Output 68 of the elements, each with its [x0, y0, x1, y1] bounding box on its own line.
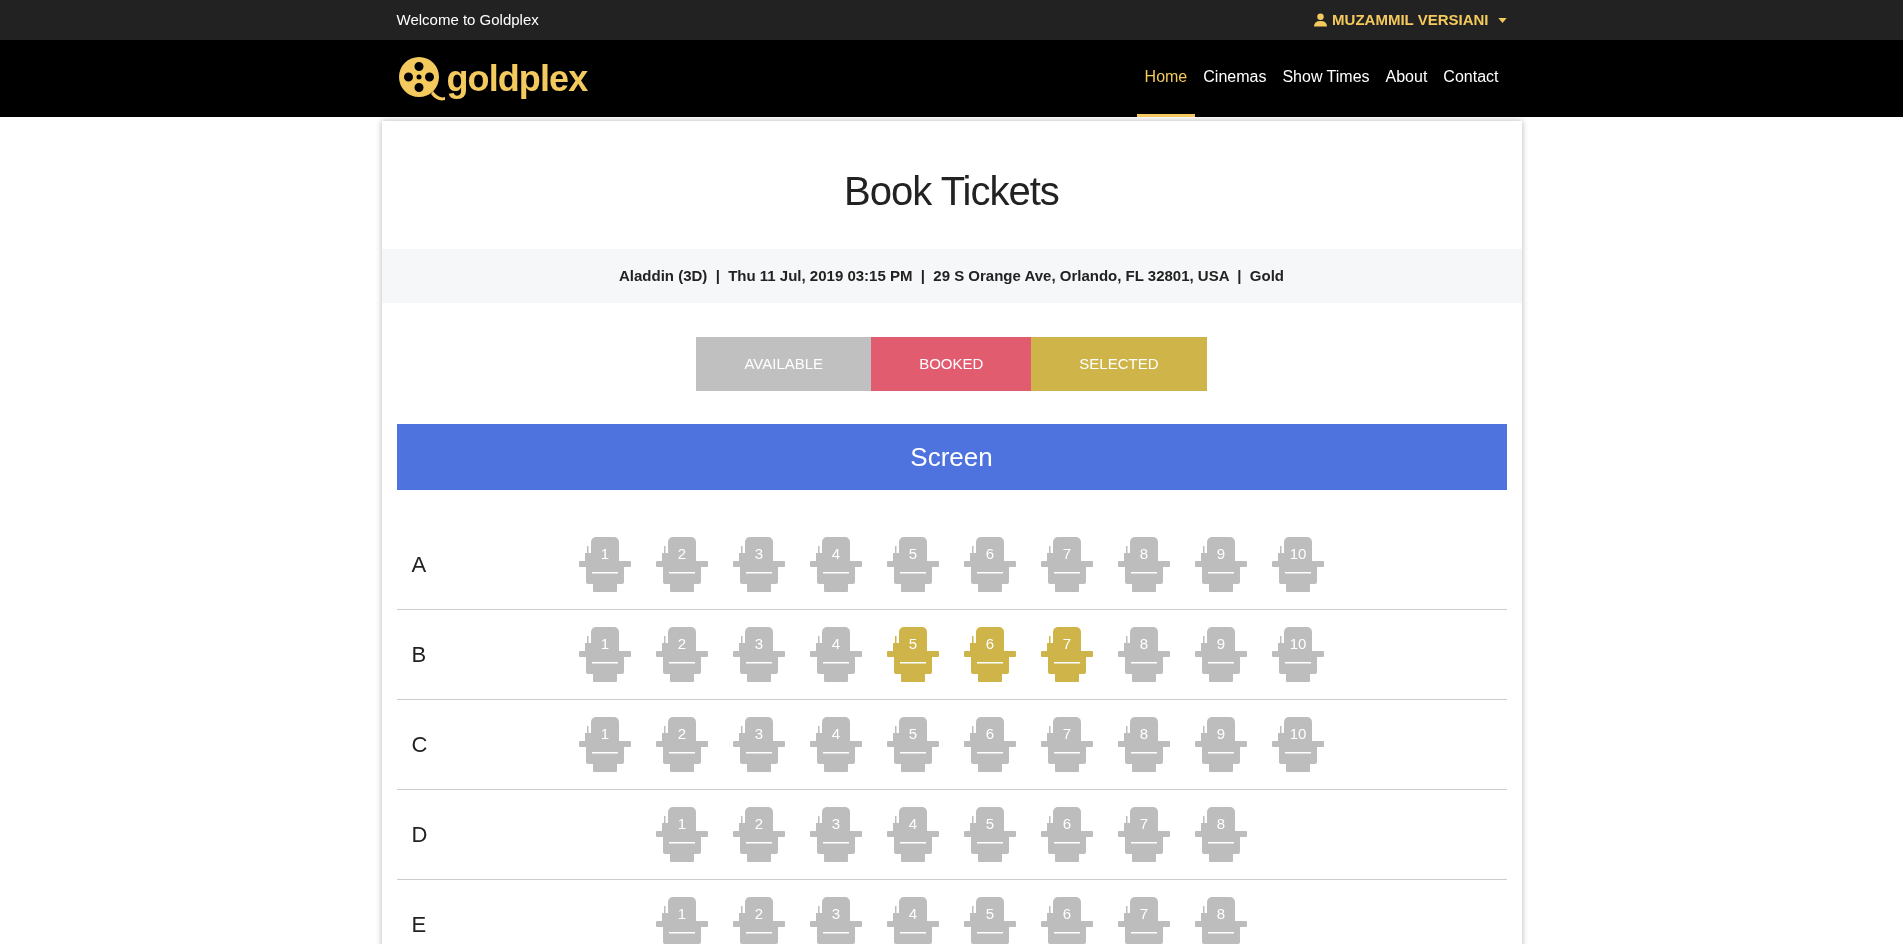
seat[interactable]: 3 [730, 536, 788, 593]
seat[interactable]: 6 [961, 716, 1019, 773]
seat[interactable]: 2 [730, 896, 788, 944]
seat[interactable]: 3 [730, 626, 788, 683]
seat[interactable]: 2 [653, 716, 711, 773]
seat[interactable]: 7 [1038, 626, 1096, 683]
screen-bar: Screen [396, 424, 1507, 490]
seat[interactable]: 4 [884, 806, 942, 863]
row-label: B [410, 641, 428, 669]
seat[interactable]: 3 [807, 896, 865, 944]
legend-item: SELECTED [1031, 337, 1207, 391]
seat[interactable]: 3 [807, 806, 865, 863]
user-menu[interactable]: MUZAMMIL VERSIANI [1314, 8, 1507, 32]
seat[interactable]: 3 [730, 716, 788, 773]
seat[interactable]: 7 [1115, 896, 1173, 944]
row-label: A [410, 551, 428, 579]
seat[interactable]: 4 [884, 896, 942, 944]
caret-icon [1497, 17, 1507, 23]
seat[interactable]: 9 [1192, 536, 1250, 593]
seat[interactable]: 7 [1038, 536, 1096, 593]
nav-link[interactable]: Contact [1435, 40, 1507, 117]
seat[interactable]: 10 [1269, 536, 1327, 593]
user-icon [1314, 13, 1328, 27]
seat[interactable]: 7 [1038, 716, 1096, 773]
seat[interactable]: 7 [1115, 806, 1173, 863]
seat[interactable]: 5 [961, 896, 1019, 944]
seat[interactable]: 8 [1115, 536, 1173, 593]
seat[interactable]: 8 [1115, 716, 1173, 773]
seat[interactable]: 5 [884, 716, 942, 773]
seat[interactable]: 6 [1038, 896, 1096, 944]
seat[interactable]: 2 [653, 536, 711, 593]
seat[interactable]: 9 [1192, 716, 1250, 773]
row-label: D [410, 821, 429, 849]
page-title: Book Tickets [843, 168, 1060, 215]
seat[interactable]: 1 [653, 806, 711, 863]
nav-link[interactable]: Cinemas [1195, 40, 1275, 117]
seat[interactable]: 2 [730, 806, 788, 863]
seat[interactable]: 8 [1115, 626, 1173, 683]
seat[interactable]: 6 [1038, 806, 1096, 863]
show-details: Aladdin (3D) | Thu 11 Jul, 2019 03:15 PM | 29 S Orange Ave, Orlando, FL 32801, USA | Gold [619, 265, 1284, 286]
nav-link[interactable]: Show Times [1274, 40, 1378, 117]
seat[interactable]: 9 [1192, 626, 1250, 683]
seat[interactable]: 4 [807, 716, 865, 773]
seat[interactable]: 4 [807, 536, 865, 593]
legend-item: BOOKED [871, 337, 1032, 391]
nav-link[interactable]: Home [1136, 40, 1196, 117]
seat[interactable]: 6 [961, 626, 1019, 683]
seat[interactable]: 10 [1269, 716, 1327, 773]
seat[interactable]: 1 [653, 896, 711, 944]
seat[interactable]: 4 [807, 626, 865, 683]
seat[interactable]: 1 [576, 536, 634, 593]
seat[interactable]: 2 [653, 626, 711, 683]
logo[interactable]: goldplex [396, 54, 588, 103]
row-label: E [410, 911, 428, 939]
film-reel-icon [396, 54, 445, 103]
seat[interactable]: 8 [1192, 806, 1250, 863]
seat[interactable]: 10 [1269, 626, 1327, 683]
seat[interactable]: 6 [961, 536, 1019, 593]
seat[interactable]: 5 [884, 626, 942, 683]
seat[interactable]: 5 [884, 536, 942, 593]
seat[interactable]: 5 [961, 806, 1019, 863]
seat[interactable]: 1 [576, 716, 634, 773]
welcome-text: Welcome to Goldplex [396, 9, 539, 30]
seat[interactable]: 8 [1192, 896, 1250, 944]
legend-item: AVAILABLE [696, 337, 872, 391]
row-label: C [410, 731, 429, 759]
nav-link[interactable]: About [1377, 40, 1436, 117]
seat[interactable]: 1 [576, 626, 634, 683]
